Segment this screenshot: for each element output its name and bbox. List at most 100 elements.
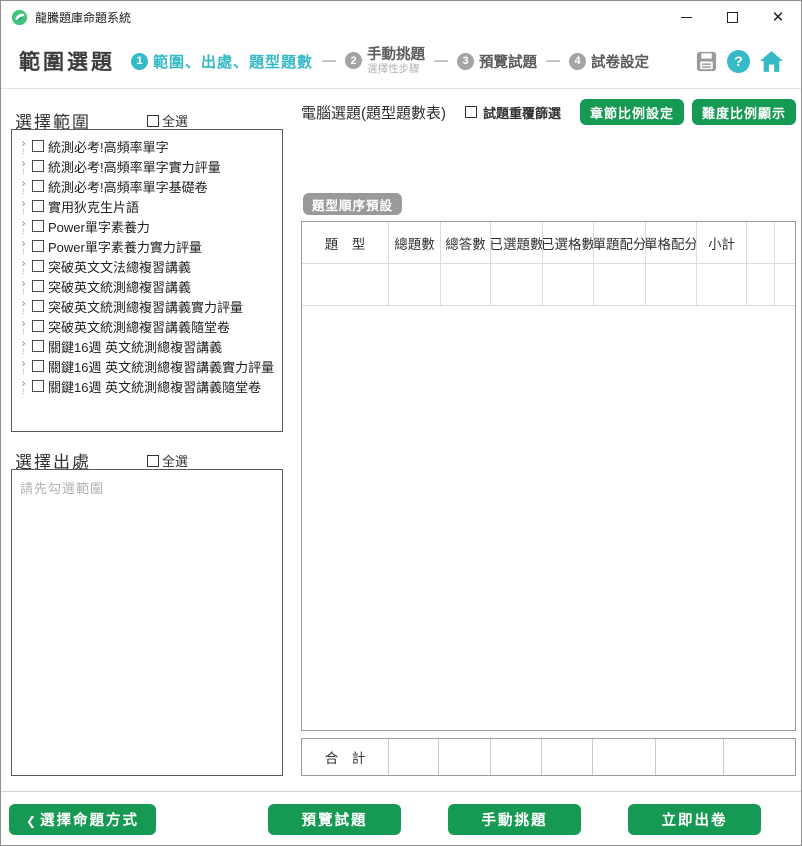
expand-chevron-icon[interactable]: › [22,318,26,328]
close-button[interactable]: ✕ [755,1,801,33]
range-item-checkbox[interactable] [32,340,44,352]
tree-connector [23,169,24,174]
step-3[interactable]: 3 預覽試題 [457,51,537,72]
expand-chevron-icon[interactable]: › [22,378,26,388]
col-header-selected-blanks: 已選格數 [543,222,594,264]
tree-connector [23,269,24,274]
question-type-table-header-row: 題 型 總題數 總答數 已選題數 已選格數 單題配分 單格配分 小計 [302,222,795,264]
question-type-order-tag[interactable]: 題型順序預設 [303,193,402,215]
range-select-all-checkbox[interactable] [147,115,159,127]
back-button-label: 選擇命題方式 [40,813,139,829]
source-list-box[interactable]: 請先勾選範圍 [11,469,283,776]
range-tree-item[interactable]: ›突破英文統測總複習講義隨堂卷 [17,316,282,336]
range-item-checkbox[interactable] [32,320,44,332]
range-tree-item[interactable]: › 實用狄克生片語 [17,196,282,216]
maximize-button[interactable] [709,1,755,33]
range-tree-item[interactable]: › 關鍵16週 英文統測總複習講義實力評量 [17,356,282,376]
total-cell [656,739,724,775]
range-item-checkbox[interactable] [32,160,44,172]
range-tree-item[interactable]: ›關鍵16週 英文統測總複習講義 [17,336,282,356]
col-header-selected-questions: 已選題數 [491,222,543,264]
source-placeholder: 請先勾選範圍 [20,481,104,496]
expand-chevron-icon[interactable]: › [22,258,26,268]
range-tree-item[interactable]: ›Power單字素養力 [17,216,282,236]
tree-connector [23,369,24,374]
source-select-all[interactable]: 全選 [147,451,188,470]
footer-bar: ❮選擇命題方式 預覽試題 手動挑題 立即出卷 [1,791,801,845]
tree-connector [23,329,24,334]
step-2-label: 手動挑題 選擇性步驟 [367,47,425,76]
help-icon[interactable]: ? [727,50,750,73]
expand-chevron-icon[interactable]: › [22,238,26,248]
range-tree-item[interactable]: › 突破英文統測總複習講義 [17,276,282,296]
range-item-checkbox[interactable] [32,180,44,192]
source-select-all-checkbox[interactable] [147,455,159,467]
step-2[interactable]: 2 手動挑題 選擇性步驟 [345,47,425,76]
range-tree-item[interactable]: ›統測必考!高頻率單字 [17,136,282,156]
maximize-icon [727,12,738,23]
duplicate-filter[interactable]: 試題重覆篩選 [465,103,561,122]
table-cell [543,264,594,306]
range-item-checkbox[interactable] [32,300,44,312]
back-to-method-button[interactable]: ❮選擇命題方式 [9,804,156,835]
expand-chevron-icon[interactable]: › [22,218,26,228]
range-item-checkbox[interactable] [32,220,44,232]
range-item-checkbox[interactable] [32,260,44,272]
expand-chevron-icon[interactable]: › [22,278,26,288]
expand-chevron-icon[interactable]: › [22,358,26,368]
range-item-checkbox[interactable] [32,140,44,152]
table-cell [697,264,747,306]
tree-connector [23,189,24,194]
expand-chevron-icon[interactable]: › [22,338,26,348]
range-select-all[interactable]: 全選 [147,111,188,130]
page-title: 範圍選題 [19,46,115,76]
duplicate-filter-checkbox[interactable] [465,106,477,118]
range-tree-item[interactable]: › Power單字素養力實力評量 [17,236,282,256]
expand-chevron-icon[interactable]: › [22,198,26,208]
minimize-button[interactable] [663,1,709,33]
difficulty-ratio-button[interactable]: 難度比例顯示 [692,99,796,125]
manual-pick-button[interactable]: 手動挑題 [448,804,581,835]
range-item-label: Power單字素養力實力評量 [48,237,202,256]
step-3-circle: 3 [457,53,474,70]
range-item-checkbox[interactable] [32,200,44,212]
expand-chevron-icon[interactable]: › [22,138,26,148]
range-tree-item[interactable]: › 突破英文統測總複習講義實力評量 [17,296,282,316]
range-item-label: 突破英文統測總複習講義 [48,277,191,296]
range-item-checkbox[interactable] [32,380,44,392]
generate-exam-button[interactable]: 立即出卷 [628,804,761,835]
range-tree-item[interactable]: › 統測必考!高頻率單字基礎卷 [17,176,282,196]
tree-connector [23,209,24,214]
home-icon[interactable] [759,50,784,73]
range-tree-item[interactable]: ›突破英文文法總複習講義 [17,256,282,276]
step-2-label-sub: 選擇性步驟 [367,63,425,75]
page-header: 範圍選題 1 範圍、出處、題型題數 2 手動挑題 選擇性步驟 3 預覽試題 4 [1,33,801,89]
duplicate-filter-label: 試題重覆篩選 [483,103,561,122]
range-item-label: 實用狄克生片語 [48,197,139,216]
expand-chevron-icon[interactable]: › [22,178,26,188]
range-item-label: 突破英文統測總複習講義實力評量 [48,297,243,316]
chapter-ratio-button[interactable]: 章節比例設定 [580,99,684,125]
preview-questions-button[interactable]: 預覽試題 [268,804,401,835]
range-item-label: 統測必考!高頻率單字基礎卷 [48,177,208,196]
step-3-label: 預覽試題 [479,51,537,72]
computer-selection-header: 電腦選題(題型題數表) 試題重覆篩選 章節比例設定 難度比例顯示 [301,98,796,126]
range-item-checkbox[interactable] [32,360,44,372]
range-tree-item[interactable]: ›統測必考!高頻率單字實力評量 [17,156,282,176]
title-bar: 龍騰題庫命題系統 ✕ [1,1,801,33]
step-4[interactable]: 4 試卷設定 [569,51,649,72]
range-item-checkbox[interactable] [32,280,44,292]
step-1[interactable]: 1 範圍、出處、題型題數 [131,51,313,72]
expand-chevron-icon[interactable]: › [22,298,26,308]
expand-chevron-icon[interactable]: › [22,158,26,168]
total-cell [491,739,542,775]
close-icon: ✕ [772,10,785,25]
range-item-label: 關鍵16週 英文統測總複習講義實力評量 [48,357,274,376]
range-tree-item[interactable]: ›關鍵16週 英文統測總複習講義隨堂卷 [17,376,282,396]
range-item-checkbox[interactable] [32,240,44,252]
table-cell [594,264,646,306]
step-4-label: 試卷設定 [591,51,649,72]
col-header-points-per-question: 單題配分 [594,222,646,264]
save-icon[interactable] [695,50,718,73]
total-cell [439,739,491,775]
